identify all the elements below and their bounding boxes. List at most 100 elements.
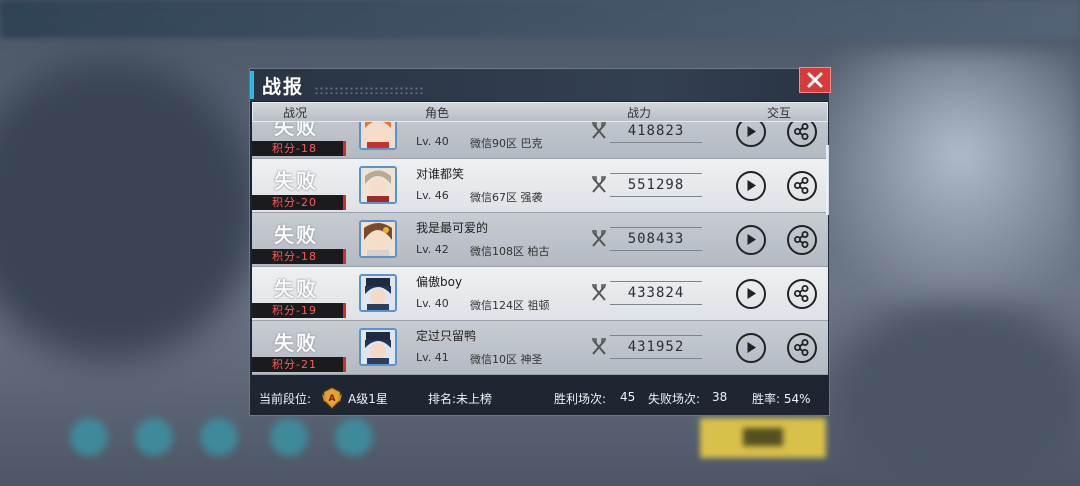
battle-row: 失败 积分-18 Lv. 40 微信90区 巴克 418823 xyxy=(252,122,828,159)
player-server: 微信67区 强袭 xyxy=(470,191,543,204)
play-icon xyxy=(747,342,756,353)
scrollbar-thumb[interactable] xyxy=(826,145,829,215)
play-icon xyxy=(747,288,756,299)
player-level: Lv. 40 xyxy=(416,297,449,310)
header-accent-bar xyxy=(250,71,254,99)
result-label: 失败 xyxy=(274,223,318,247)
player-level: Lv. 46 xyxy=(416,189,449,202)
column-character: 角色 xyxy=(425,106,450,120)
score-badge: 积分-18 xyxy=(252,249,346,264)
column-status: 战况 xyxy=(283,106,308,120)
stats-footer: 当前段位: A A级1星 排名:未上榜 胜利场次: 45 失败场次: 38 胜率… xyxy=(250,381,829,415)
score-badge: 积分-18 xyxy=(252,141,346,156)
replay-button[interactable] xyxy=(736,122,766,147)
background-circle-button xyxy=(200,418,238,456)
avatar-portrait xyxy=(361,168,395,202)
share-icon xyxy=(794,231,809,248)
replay-button[interactable] xyxy=(736,171,766,201)
player-level: Lv. 40 xyxy=(416,135,449,148)
background-blur xyxy=(830,300,1080,486)
result-label: 失败 xyxy=(274,169,318,193)
power-value: 551298 xyxy=(610,173,702,197)
avatar[interactable] xyxy=(359,274,397,312)
svg-text:A: A xyxy=(329,394,336,404)
replay-button[interactable] xyxy=(736,333,766,363)
ranking-text: 排名:未上榜 xyxy=(428,392,493,406)
share-icon xyxy=(794,339,809,356)
player-name: 对谁都笑 xyxy=(416,167,465,181)
modal-title: 战报 xyxy=(262,76,305,98)
replay-button[interactable] xyxy=(736,225,766,255)
replay-button[interactable] xyxy=(736,279,766,309)
battle-list[interactable]: 失败 积分-18 Lv. 40 微信90区 巴克 418823 失败 积分-20… xyxy=(252,122,828,377)
share-button[interactable] xyxy=(787,333,817,363)
avatar[interactable] xyxy=(359,122,397,150)
player-server: 微信108区 柏古 xyxy=(470,245,550,258)
avatar-portrait xyxy=(361,330,395,364)
play-icon xyxy=(747,234,756,245)
player-server: 微信90区 巴克 xyxy=(470,137,543,150)
avatar[interactable] xyxy=(359,220,397,258)
share-button[interactable] xyxy=(787,225,817,255)
wins-value: 45 xyxy=(620,390,636,404)
winrate-text: 胜率: 54% xyxy=(752,392,811,406)
avatar-portrait xyxy=(361,122,395,148)
result-label: 失败 xyxy=(274,122,318,139)
background-circle-button xyxy=(335,418,373,456)
rank-badge-icon: A xyxy=(322,387,342,409)
power-icon xyxy=(592,176,606,193)
battle-report-modal: 战报 战况 角色 战力 交互 失败 积分-18 Lv. 40 微信90区 巴克 … xyxy=(249,67,831,416)
background-circle-button xyxy=(135,418,173,456)
player-server: 微信124区 祖顿 xyxy=(470,299,550,312)
player-level: Lv. 42 xyxy=(416,243,449,256)
power-value: 418823 xyxy=(610,122,702,143)
background-yellow-button-label xyxy=(743,428,783,446)
battle-row: 失败 积分-21 定过只留鸭 Lv. 41 微信10区 神圣 431952 xyxy=(252,321,828,375)
column-power: 战力 xyxy=(627,106,652,120)
game-screen: 战报 战况 角色 战力 交互 失败 积分-18 Lv. 40 微信90区 巴克 … xyxy=(0,0,1080,486)
score-badge: 积分-19 xyxy=(252,303,346,318)
background-circle-button xyxy=(70,418,108,456)
score-badge: 积分-20 xyxy=(252,195,346,210)
avatar[interactable] xyxy=(359,166,397,204)
score-badge: 积分-21 xyxy=(252,357,346,372)
power-icon xyxy=(592,284,606,301)
player-name: 我是最可爱的 xyxy=(416,221,489,235)
player-name: 定过只留鸭 xyxy=(416,329,477,343)
losses-label: 失败场次: xyxy=(648,392,701,406)
play-icon xyxy=(747,126,756,137)
power-value: 508433 xyxy=(610,227,702,251)
player-server: 微信10区 神圣 xyxy=(470,353,543,366)
result-label: 失败 xyxy=(274,277,318,301)
avatar-portrait xyxy=(361,222,395,256)
avatar-portrait xyxy=(361,276,395,310)
power-icon xyxy=(592,230,606,247)
player-level: Lv. 41 xyxy=(416,351,449,364)
header-decoration xyxy=(314,86,424,94)
rank-value: A级1星 xyxy=(348,392,388,406)
close-icon xyxy=(807,72,823,88)
background-top-bar xyxy=(0,0,1080,38)
background-circle-button xyxy=(270,418,308,456)
share-icon xyxy=(794,177,809,194)
share-icon xyxy=(794,285,809,302)
power-icon xyxy=(592,122,606,139)
battle-row: 失败 积分-18 我是最可爱的 Lv. 42 微信108区 柏古 508433 xyxy=(252,213,828,267)
play-icon xyxy=(747,180,756,191)
share-button[interactable] xyxy=(787,171,817,201)
battle-row: 失败 积分-20 对谁都笑 Lv. 46 微信67区 强袭 551298 xyxy=(252,159,828,213)
close-button[interactable] xyxy=(799,67,831,93)
losses-value: 38 xyxy=(712,390,728,404)
battle-row: 失败 积分-19 偏傲boy Lv. 40 微信124区 祖顿 433824 xyxy=(252,267,828,321)
power-value: 433824 xyxy=(610,281,702,305)
modal-header: 战报 xyxy=(250,69,829,101)
share-button[interactable] xyxy=(787,122,817,147)
result-label: 失败 xyxy=(274,331,318,355)
share-icon xyxy=(794,123,809,140)
background-blur xyxy=(0,60,260,360)
share-button[interactable] xyxy=(787,279,817,309)
power-value: 431952 xyxy=(610,335,702,359)
player-name: 偏傲boy xyxy=(416,275,463,289)
avatar[interactable] xyxy=(359,328,397,366)
column-header: 战况 角色 战力 交互 xyxy=(252,102,828,122)
